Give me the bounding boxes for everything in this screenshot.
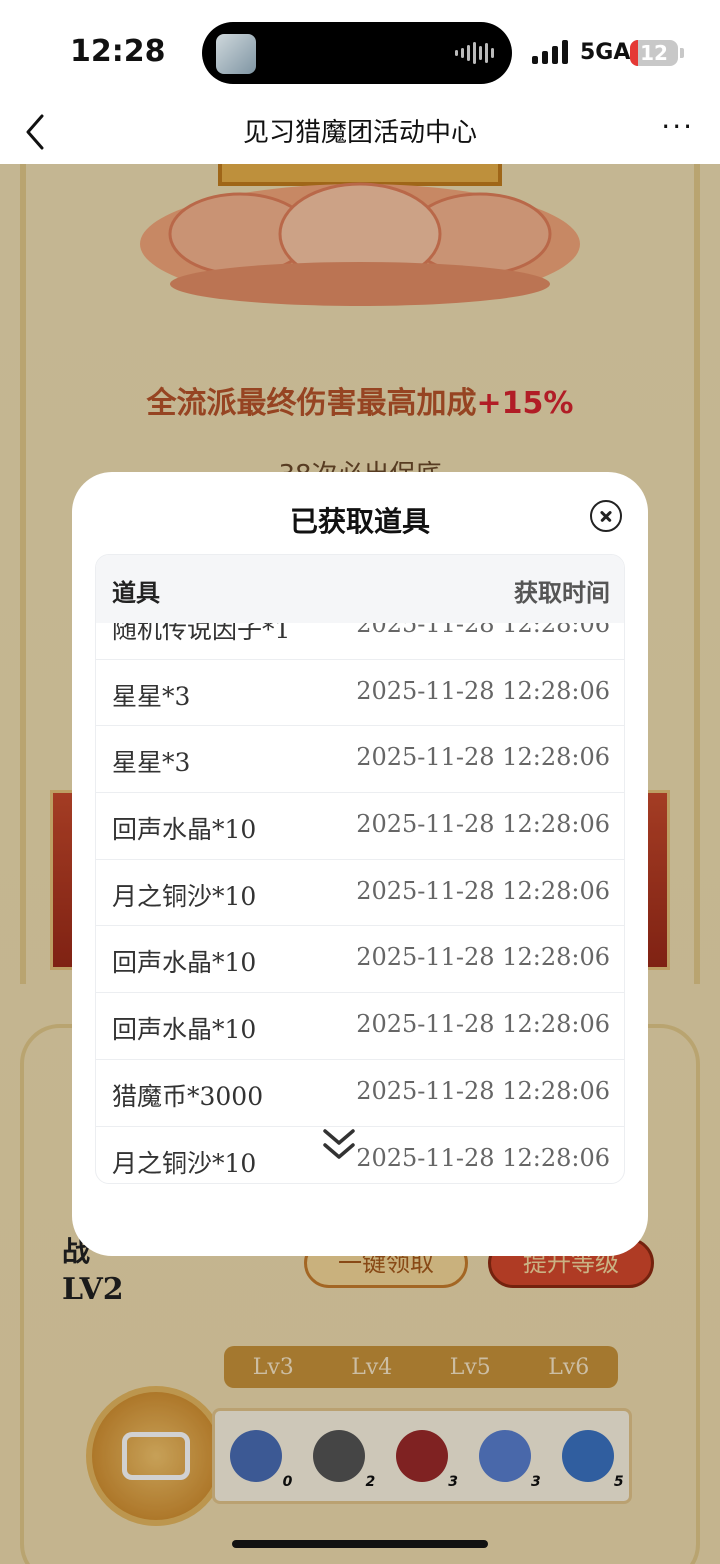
- table-row: 星星*3 2025-11-28 12:28:06: [96, 726, 624, 794]
- table-row: 月之铜沙*10 2025-11-28 12:28:06: [96, 860, 624, 927]
- item-name: 猎魔币*3000: [112, 1081, 264, 1111]
- table-body[interactable]: 随机传说因子*1 2025-11-28 12:28:06 星星*3 2025-11-2…: [96, 623, 624, 1184]
- network-type: 5GA: [580, 40, 631, 65]
- home-indicator[interactable]: [232, 1540, 488, 1548]
- table-row: 星星*3 2025-11-28 12:28:06: [96, 660, 624, 727]
- table-row: 随机传说因子*1 2025-11-28 12:28:06: [96, 623, 624, 660]
- table-header: 道具 获取时间: [96, 555, 624, 623]
- modal-title: 已获取道具: [289, 505, 430, 538]
- obtained-time: 2025-11-28 12:28:06: [356, 1143, 610, 1172]
- item-name: 回声水晶*10: [112, 948, 257, 978]
- close-icon[interactable]: [590, 500, 622, 532]
- scroll-down-icon[interactable]: [322, 1127, 356, 1165]
- media-thumbnail: [216, 34, 256, 74]
- table-row: 回声水晶*10 2025-11-28 12:28:06: [96, 793, 624, 860]
- battery-icon: 12: [630, 40, 684, 66]
- items-table[interactable]: 道具 获取时间 随机传说因子*1 2025-11-28 12:28:06 星星*3 2…: [95, 554, 625, 1184]
- obtained-time: 2025-11-28 12:28:06: [356, 1076, 610, 1105]
- signal-icon: [532, 40, 568, 64]
- table-rows: 随机传说因子*1 2025-11-28 12:28:06 星星*3 2025-11-2…: [96, 623, 624, 1184]
- status-bar: 12:28 5GA 12: [0, 0, 720, 100]
- obtained-time: 2025-11-28 12:28:06: [356, 676, 610, 705]
- obtained-time: 2025-11-28 12:28:06: [356, 623, 610, 638]
- obtained-time: 2025-11-28 12:28:06: [356, 810, 610, 839]
- column-header-item: 道具: [112, 579, 160, 607]
- audio-wave-icon: [455, 41, 494, 65]
- item-name: 月之铜沙*10: [112, 881, 257, 911]
- item-name: 星星*3: [112, 681, 191, 711]
- status-time: 12:28: [70, 34, 166, 69]
- column-header-time: 获取时间: [514, 579, 610, 607]
- table-row: 猎魔币*3000 2025-11-28 12:28:06: [96, 1060, 624, 1127]
- item-name: 月之铜沙*10: [112, 1148, 257, 1178]
- dynamic-island[interactable]: [202, 22, 512, 84]
- obtained-time: 2025-11-28 12:28:06: [356, 1010, 610, 1039]
- battery-level: 12: [640, 41, 668, 65]
- obtained-items-modal: 已获取道具 道具 获取时间 随机传说因子*1 2025-11-28 12:28:0…: [72, 472, 648, 1256]
- item-name: 星星*3: [112, 748, 191, 778]
- table-row: 回声水晶*10 2025-11-28 12:28:06: [96, 926, 624, 994]
- table-row: 月之铜沙*10 2025-11-28 12:28:06: [96, 1127, 624, 1184]
- obtained-time: 2025-11-28 12:28:06: [356, 743, 610, 772]
- nav-bar: 见习猎魔团活动中心 ···: [0, 100, 720, 164]
- item-name: 回声水晶*10: [112, 815, 257, 845]
- table-row: 回声水晶*10 2025-11-28 12:28:06: [96, 993, 624, 1060]
- more-icon[interactable]: ···: [661, 110, 694, 143]
- item-name: 随机传说因子*1: [112, 623, 291, 644]
- item-name: 回声水晶*10: [112, 1015, 257, 1045]
- page-title: 见习猎魔团活动中心: [242, 118, 477, 148]
- obtained-time: 2025-11-28 12:28:06: [356, 876, 610, 905]
- obtained-time: 2025-11-28 12:28:06: [356, 943, 610, 972]
